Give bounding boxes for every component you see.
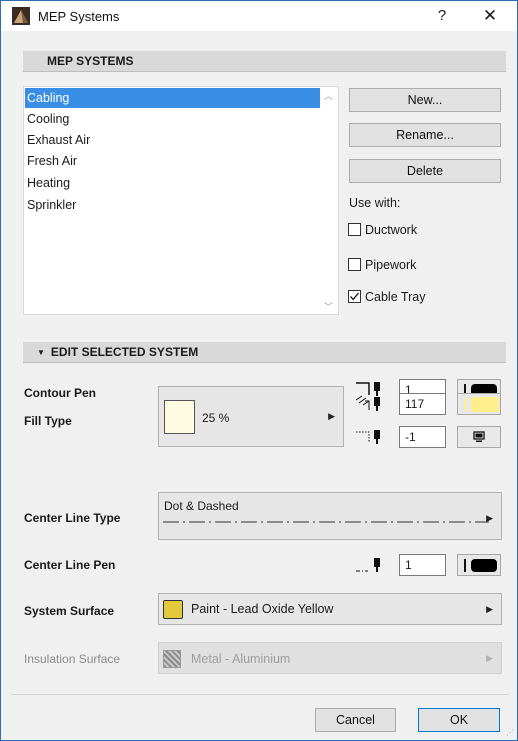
- system-surface-button[interactable]: Paint - Lead Oxide Yellow ▶: [158, 593, 502, 625]
- fill-background-pen-icon: [356, 430, 380, 444]
- center-line-type-button[interactable]: Dot & Dashed ▶: [158, 492, 502, 540]
- ok-button[interactable]: OK: [418, 708, 500, 732]
- scroll-up-arrow-icon[interactable]: ︿: [324, 89, 334, 101]
- mep-systems-dialog: MEP Systems ? ✕ MEP SYSTEMS Cabling Cool…: [0, 0, 518, 741]
- mep-systems-header: MEP SYSTEMS: [23, 50, 506, 72]
- close-button[interactable]: ✕: [477, 5, 503, 27]
- new-button[interactable]: New...: [349, 88, 501, 112]
- fill-type-button[interactable]: 25 % ▶: [158, 386, 344, 447]
- edit-selected-system-header[interactable]: ▼ EDIT SELECTED SYSTEM: [23, 341, 506, 363]
- contour-pen-label: Contour Pen: [24, 386, 96, 400]
- pipework-checkbox[interactable]: [348, 258, 361, 271]
- center-line-dropdown-arrow-icon: ▶: [486, 513, 493, 523]
- system-surface-value: Paint - Lead Oxide Yellow: [191, 602, 334, 616]
- fill-value: 25 %: [202, 411, 230, 425]
- center-line-pen-label: Center Line Pen: [24, 558, 116, 572]
- rename-button[interactable]: Rename...: [349, 123, 501, 147]
- cancel-button[interactable]: Cancel: [315, 708, 396, 732]
- dot-dashed-line-preview: [163, 521, 489, 523]
- delete-button[interactable]: Delete: [349, 159, 501, 183]
- ductwork-label: Ductwork: [365, 223, 418, 237]
- scroll-down-arrow-icon[interactable]: ﹀: [324, 300, 334, 312]
- fill-swatch: [164, 400, 195, 434]
- center-line-pen-color-button[interactable]: [457, 554, 501, 576]
- list-item-sprinkler[interactable]: Sprinkler: [25, 195, 320, 215]
- list-item-fresh-air[interactable]: Fresh Air: [25, 151, 320, 171]
- list-item-heating[interactable]: Heating: [25, 173, 320, 193]
- list-item-cooling[interactable]: Cooling: [25, 109, 320, 129]
- insulation-surface-value: Metal - Aluminium: [191, 652, 291, 666]
- insulation-surface-label: Insulation Surface: [24, 652, 121, 666]
- center-line-pen-field[interactable]: 1: [399, 554, 446, 576]
- fill-foreground-pen-icon: [355, 395, 380, 411]
- resize-grip-icon[interactable]: ⋰: [506, 728, 514, 737]
- use-with-label: Use with:: [349, 196, 401, 210]
- surface-dropdown-arrow-icon: ▶: [486, 604, 493, 614]
- monitor-icon: [473, 431, 485, 442]
- fill-background-color-button[interactable]: [457, 426, 501, 448]
- footer-divider: [11, 694, 509, 695]
- window-title: MEP Systems: [38, 9, 120, 24]
- fill-foreground-pen-field[interactable]: 117: [399, 393, 446, 415]
- edit-section-title: EDIT SELECTED SYSTEM: [50, 345, 199, 359]
- checkmark-icon: [350, 292, 360, 301]
- center-line-type-label: Center Line Type: [24, 511, 121, 525]
- pipework-label: Pipework: [365, 258, 417, 272]
- system-surface-label: System Surface: [24, 604, 115, 618]
- center-line-pen-icon: [356, 558, 380, 572]
- collapse-arrow-icon[interactable]: ▼: [37, 342, 45, 363]
- list-item-cabling[interactable]: Cabling: [25, 88, 320, 108]
- archicad-logo-icon: [12, 7, 30, 25]
- systems-list[interactable]: Cabling Cooling Exhaust Air Fresh Air He…: [23, 86, 339, 315]
- insulation-dropdown-arrow-icon: ▶: [486, 653, 493, 663]
- fill-foreground-color-button[interactable]: [457, 393, 501, 415]
- center-line-type-value: Dot & Dashed: [164, 499, 239, 513]
- help-button[interactable]: ?: [429, 5, 455, 27]
- cable-tray-checkbox[interactable]: [348, 290, 361, 303]
- metal-texture-swatch: [163, 650, 181, 668]
- fill-dropdown-arrow-icon: ▶: [328, 411, 335, 421]
- ductwork-checkbox[interactable]: [348, 223, 361, 236]
- insulation-surface-button: Metal - Aluminium ▶: [158, 642, 502, 674]
- surface-color-swatch: [163, 600, 183, 619]
- list-item-exhaust-air[interactable]: Exhaust Air: [25, 130, 320, 150]
- fill-type-label: Fill Type: [24, 414, 72, 428]
- fill-background-pen-field[interactable]: -1: [399, 426, 446, 448]
- cable-tray-label: Cable Tray: [365, 290, 426, 304]
- title-bar: MEP Systems ? ✕: [1, 1, 517, 31]
